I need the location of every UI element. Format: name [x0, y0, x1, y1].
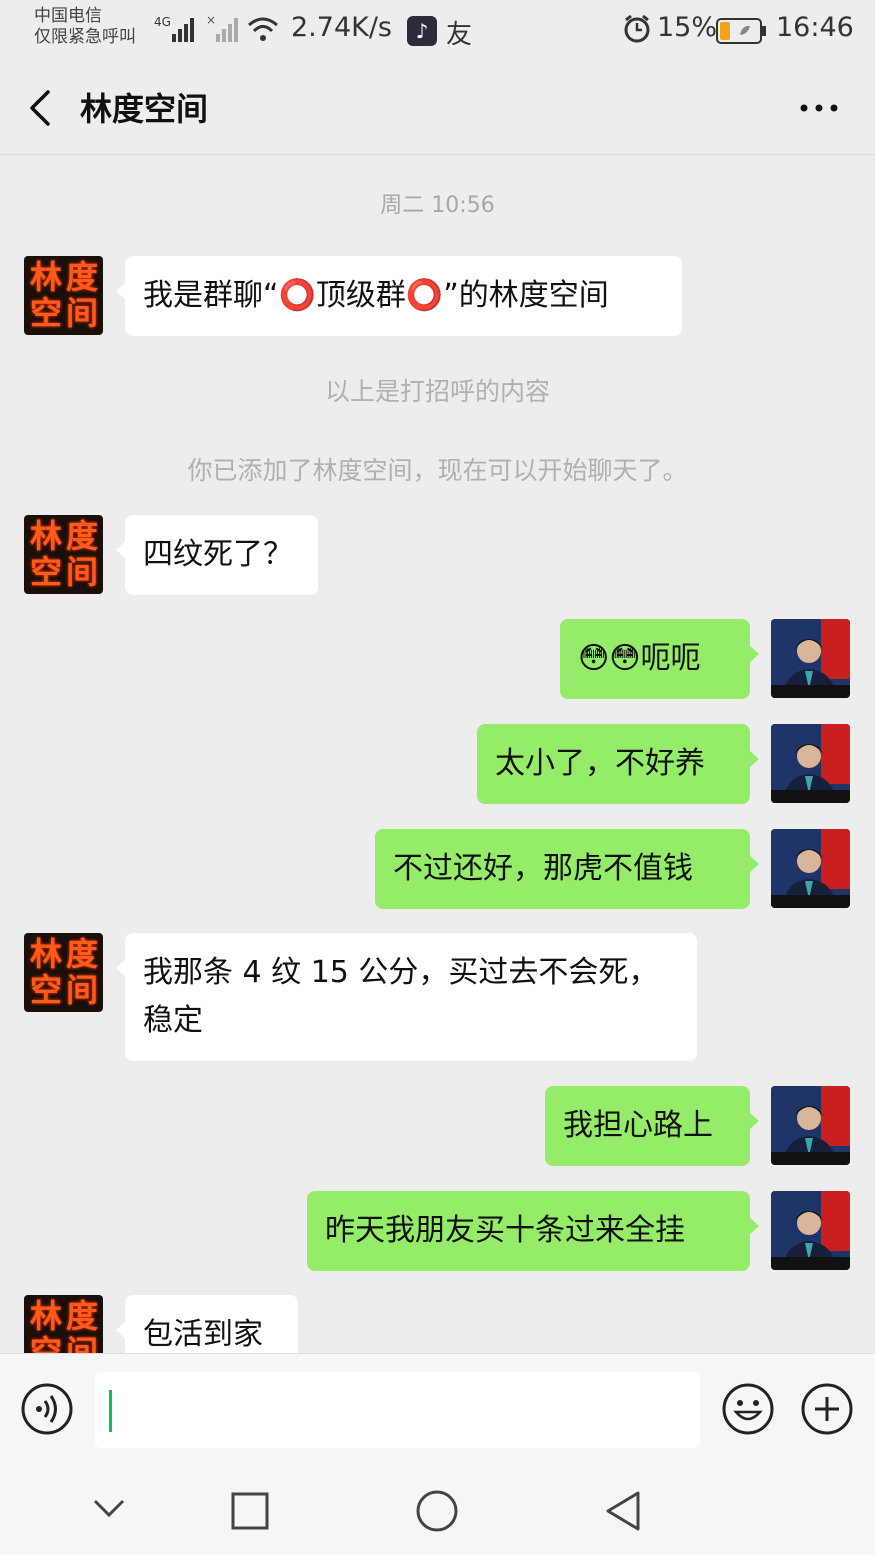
text-cursor: [109, 1390, 112, 1432]
message-bubble-incoming[interactable]: 我那条 4 纹 15 公分，买过去不会死，稳定: [116, 933, 697, 1061]
svg-text:4G: 4G: [154, 15, 171, 29]
system-nav-bar: [0, 1463, 875, 1555]
user-avatar[interactable]: [771, 619, 850, 698]
contact-avatar[interactable]: 林度 空间: [24, 933, 103, 1012]
page-title: 林度空间: [80, 90, 209, 128]
nav-back-chevron-icon[interactable]: [92, 1497, 126, 1519]
carrier-name: 中国电信: [34, 6, 102, 26]
alarm-icon: [624, 14, 650, 43]
user-avatar-image: [771, 724, 850, 803]
user-avatar-image: [771, 1086, 850, 1165]
user-avatar[interactable]: [771, 724, 850, 803]
message-input[interactable]: [95, 1372, 700, 1448]
message-bubble-outgoing[interactable]: 太小了，不好养: [477, 724, 759, 804]
chat-header: 林度空间: [0, 60, 875, 155]
clock-time: 16:46: [776, 12, 854, 43]
user-avatar[interactable]: [771, 829, 850, 908]
timestamp: 周二 10:56: [380, 193, 495, 218]
battery-icon: [716, 18, 766, 44]
tiktok-icon: ♪: [407, 16, 437, 46]
input-bar: [0, 1353, 875, 1464]
signal-4g-icon: 4G: [154, 15, 194, 42]
svg-text:×: ×: [206, 13, 216, 27]
emoji-icon[interactable]: [721, 1382, 775, 1436]
status-bar: 中国电信 仅限紧急呼叫 4G × 2.74K/s ♪ 友 15% 16:46: [0, 0, 875, 60]
message-bubble-incoming[interactable]: 包活到家: [116, 1295, 298, 1353]
voice-icon[interactable]: [20, 1382, 74, 1436]
home-circle-icon[interactable]: [415, 1489, 459, 1533]
signal-empty-icon: ×: [206, 13, 238, 42]
contact-avatar[interactable]: 林度 空间: [24, 1295, 103, 1353]
user-avatar[interactable]: [771, 1191, 850, 1270]
contact-avatar[interactable]: 林度 空间: [24, 256, 103, 335]
message-bubble-incoming[interactable]: 四纹死了？: [116, 515, 318, 595]
user-avatar-image: [771, 619, 850, 698]
message-bubble-outgoing[interactable]: 我担心路上: [545, 1086, 759, 1166]
system-message: 以上是打招呼的内容: [324, 377, 550, 406]
message-list[interactable]: 周二 10:56 林度 空间 我是群聊“⭕顶级群⭕”的林度空间 以上是打招呼的内…: [0, 155, 875, 1353]
message-bubble-outgoing[interactable]: 不过还好，那虎不值钱: [375, 829, 759, 909]
more-dots-icon[interactable]: [799, 102, 839, 114]
app-badge: 友: [446, 20, 473, 50]
user-avatar[interactable]: [771, 1086, 850, 1165]
system-message: 你已添加了林度空间，现在可以开始聊天了。: [187, 456, 688, 485]
wifi-icon: [248, 17, 278, 41]
recent-apps-square-icon[interactable]: [230, 1491, 270, 1531]
chevron-left-icon[interactable]: [26, 88, 56, 128]
user-avatar-image: [771, 1191, 850, 1270]
carrier-status: 仅限紧急呼叫: [34, 27, 136, 47]
message-bubble-incoming[interactable]: 我是群聊“⭕顶级群⭕”的林度空间: [116, 256, 682, 336]
plus-circle-icon[interactable]: [800, 1382, 854, 1436]
back-triangle-icon[interactable]: [602, 1489, 642, 1533]
carrier-label: 中国电信 仅限紧急呼叫: [34, 6, 136, 48]
network-speed: 2.74K/s: [291, 12, 392, 43]
message-bubble-outgoing[interactable]: 😳😳呃呃: [560, 619, 759, 699]
message-bubble-outgoing[interactable]: 昨天我朋友买十条过来全挂: [307, 1191, 759, 1271]
battery-percent: 15%: [657, 12, 718, 43]
user-avatar-image: [771, 829, 850, 908]
contact-avatar[interactable]: 林度 空间: [24, 515, 103, 594]
